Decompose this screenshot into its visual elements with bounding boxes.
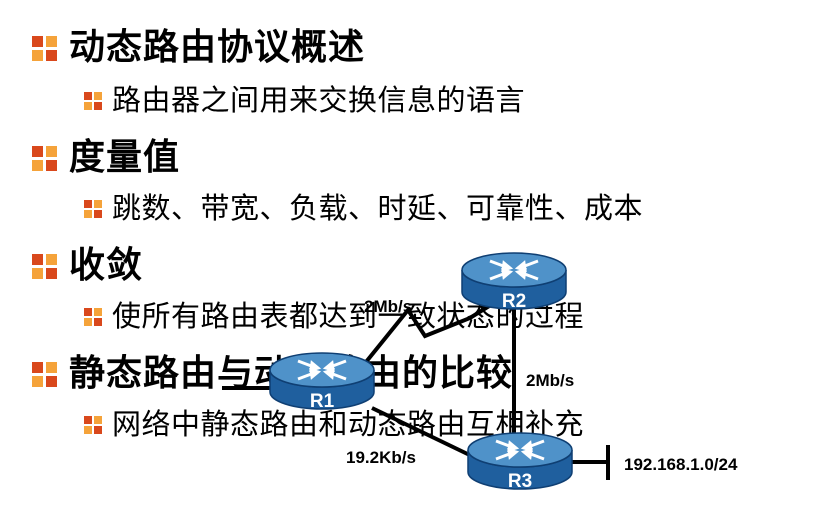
router-r2: R2 (460, 251, 568, 312)
router-r3-label: R3 (508, 471, 532, 492)
link-r1-r2-bandwidth: 2Mb/s (364, 297, 412, 316)
link-r2-r3-bandwidth: 2Mb/s (526, 371, 574, 390)
link-r1-r3-bandwidth: 19.2Kb/s (346, 448, 416, 467)
network-address-label: 192.168.1.0/24 (624, 455, 738, 474)
network-topology-diagram: R1 R2 R3 2Mb/s 2Mb/s 19.2Kb/s 192.168.1.… (222, 251, 738, 492)
router-r2-label: R2 (502, 291, 526, 312)
router-r1: R1 (268, 351, 376, 412)
router-r1-label: R1 (310, 391, 335, 412)
router-r3: R3 (466, 431, 574, 492)
